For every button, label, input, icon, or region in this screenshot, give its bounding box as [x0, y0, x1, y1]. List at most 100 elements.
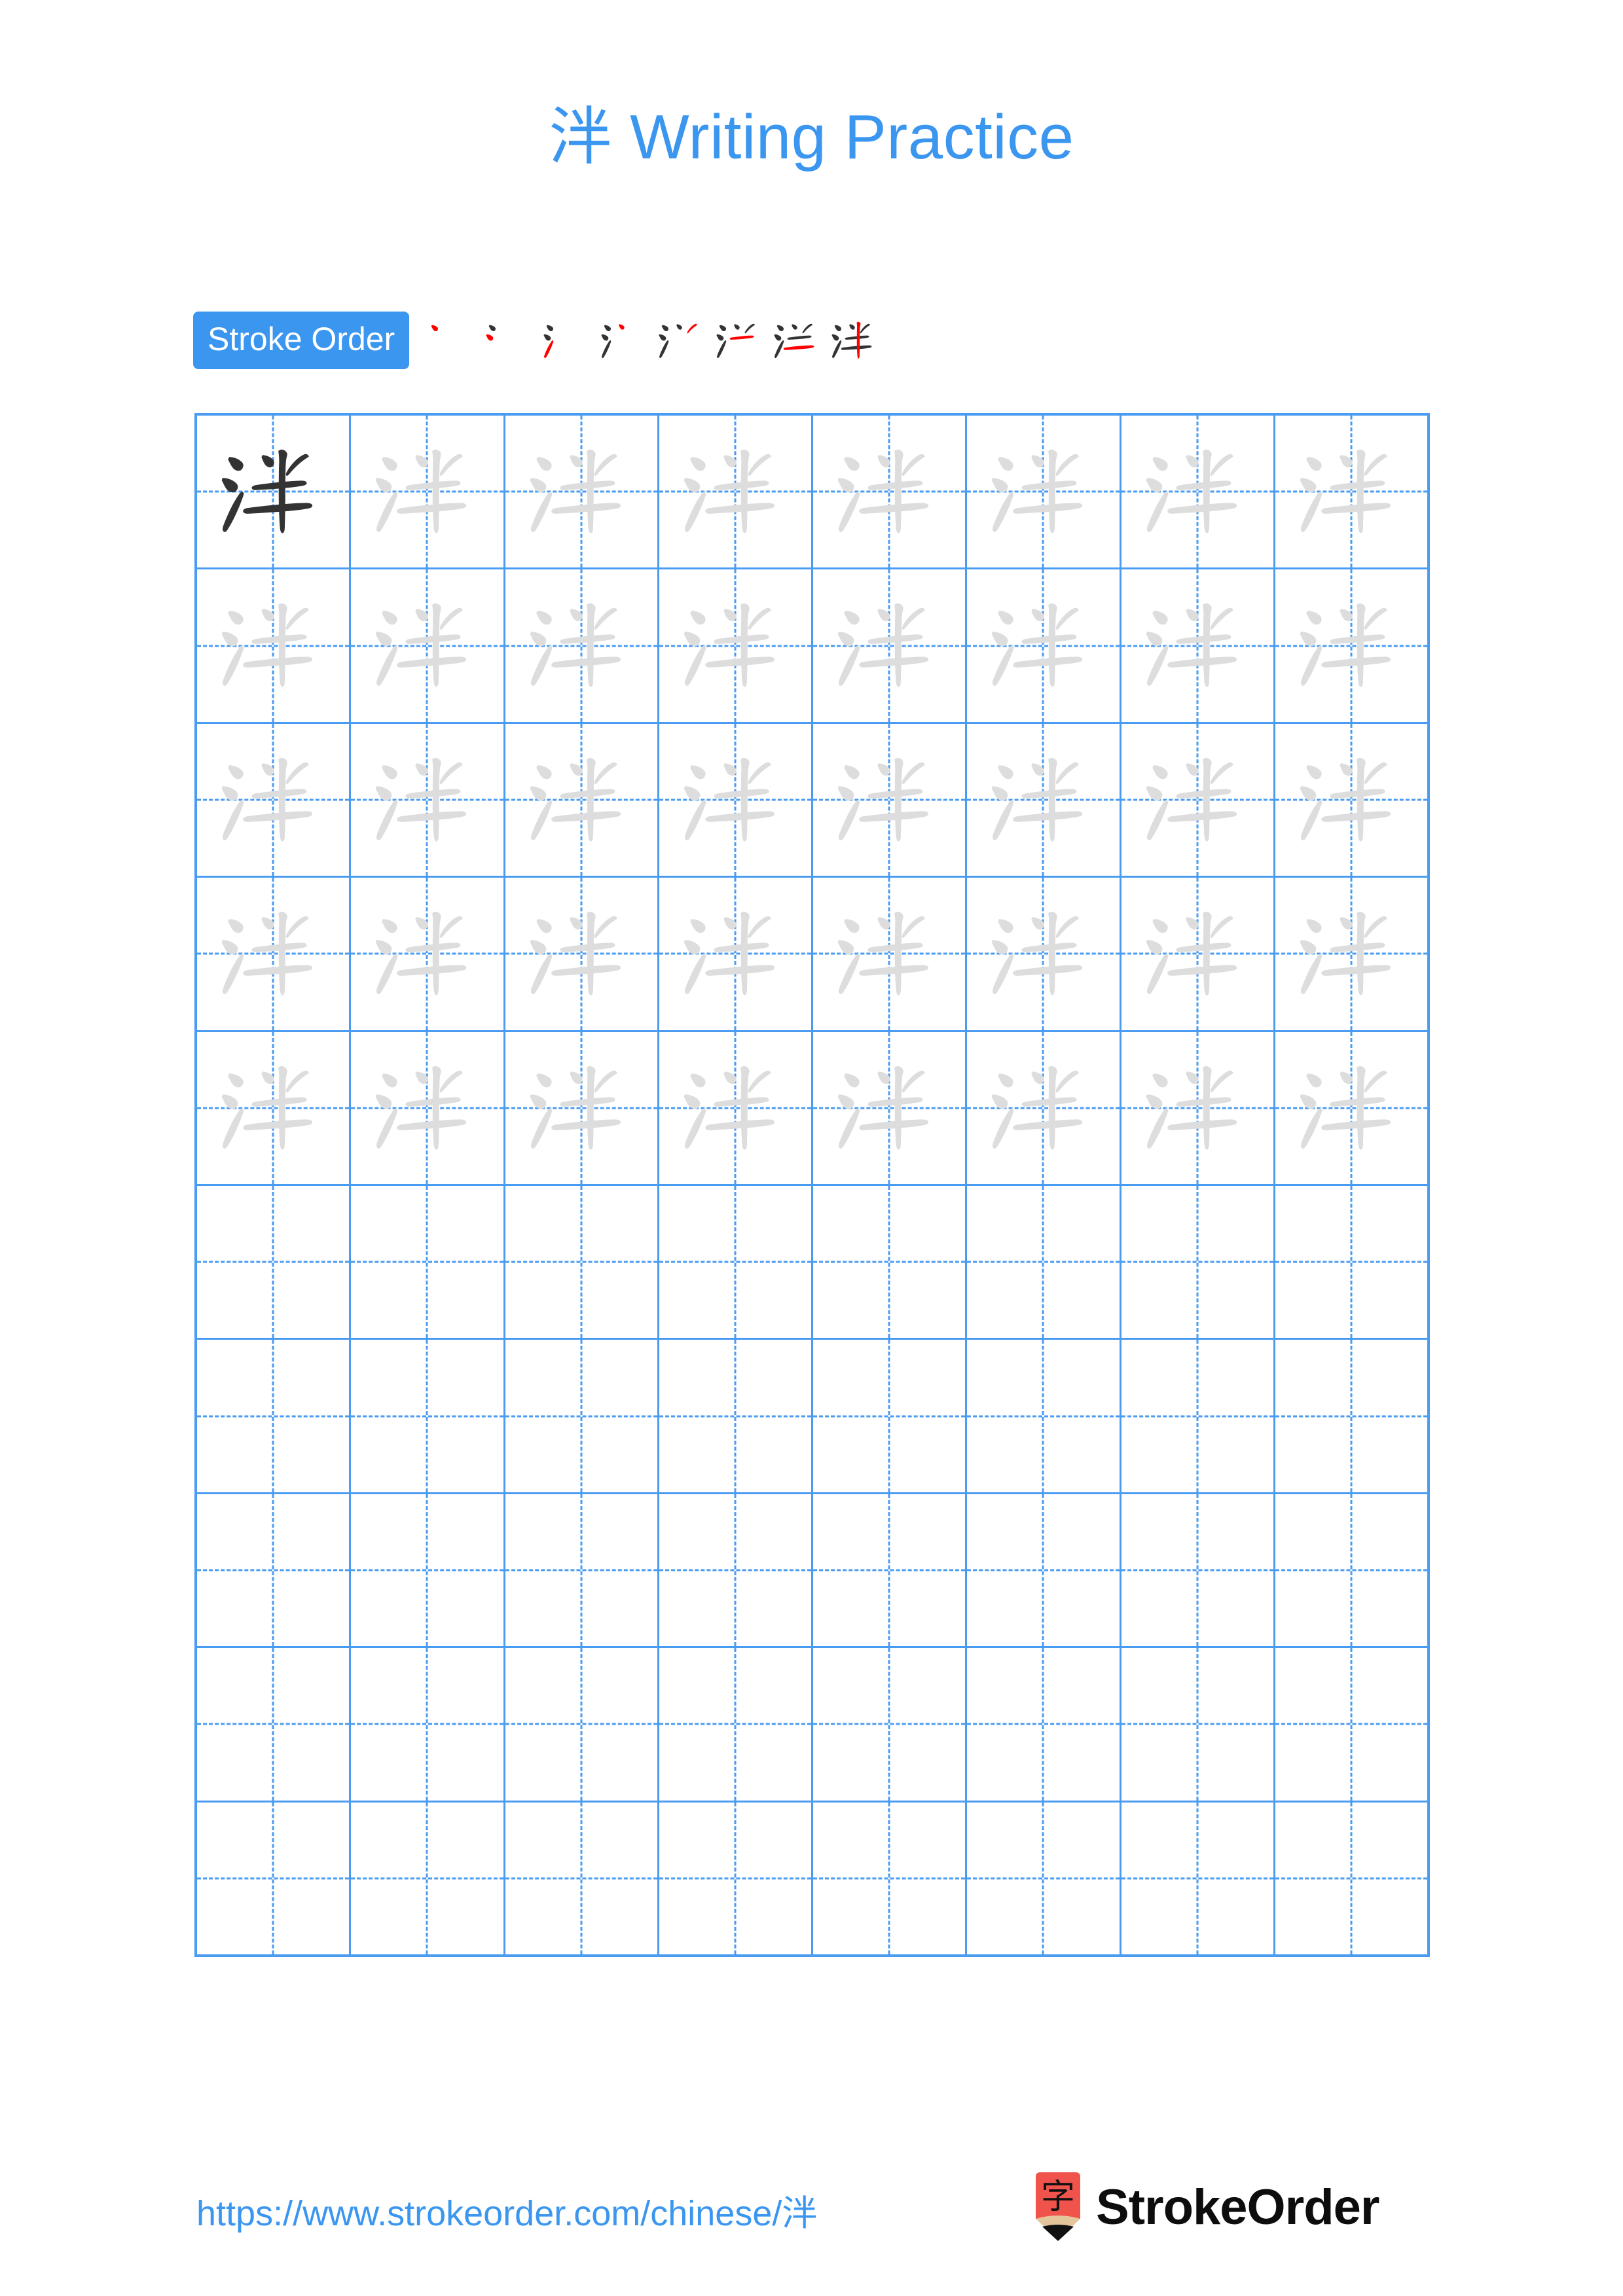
svg-text:字: 字	[1041, 2178, 1075, 2217]
grid-cell-empty[interactable]	[1275, 1648, 1427, 1800]
grid-cell-empty[interactable]	[1122, 1186, 1275, 1338]
brand-name: StrokeOrder	[1096, 2179, 1379, 2235]
page-title: 泮 Writing Practice	[0, 101, 1623, 173]
grid-cell-empty[interactable]	[659, 1648, 813, 1801]
trace-character	[505, 878, 657, 1030]
grid-cell-trace[interactable]	[967, 1031, 1122, 1185]
grid-cell-empty[interactable]	[1275, 1494, 1427, 1646]
grid-cell-empty[interactable]	[351, 1494, 505, 1647]
grid-cell-empty[interactable]	[1275, 1803, 1427, 1954]
trace-character	[1122, 416, 1273, 567]
grid-cell-empty[interactable]	[505, 1186, 659, 1338]
grid-cell-empty[interactable]	[813, 1648, 968, 1801]
trace-character	[967, 416, 1119, 567]
grid-cell-trace[interactable]	[505, 1031, 659, 1185]
grid-cell-empty[interactable]	[659, 1802, 813, 1955]
trace-character	[505, 724, 657, 876]
grid-cell-trace[interactable]	[813, 723, 968, 876]
grid-cell-trace[interactable]	[351, 878, 505, 1030]
grid-cell-empty[interactable]	[813, 1494, 968, 1647]
grid-cell-trace[interactable]	[967, 723, 1122, 876]
grid-cell-trace[interactable]	[351, 1031, 505, 1185]
grid-cell-trace[interactable]	[505, 723, 659, 876]
grid-cell-trace[interactable]	[659, 878, 813, 1030]
grid-cell-trace[interactable]	[1122, 723, 1275, 876]
grid-cell-trace[interactable]	[813, 416, 968, 568]
grid-cell-trace[interactable]	[1275, 724, 1427, 876]
grid-cell-empty[interactable]	[967, 1340, 1122, 1492]
grid-cell-empty[interactable]	[351, 1340, 505, 1492]
grid-cell-trace[interactable]	[813, 878, 968, 1030]
grid-cell-trace[interactable]	[505, 416, 659, 568]
grid-cell-trace[interactable]	[1122, 416, 1275, 568]
grid-cell-empty[interactable]	[659, 1340, 813, 1492]
stroke-order-badge: Stroke Order	[193, 312, 410, 369]
grid-cell-empty[interactable]	[1275, 1340, 1427, 1492]
grid-cell-empty[interactable]	[967, 1494, 1122, 1647]
grid-cell-empty[interactable]	[505, 1648, 659, 1801]
stroke-step-5	[653, 309, 710, 372]
grid-cell-trace[interactable]	[351, 723, 505, 876]
grid-cell-trace[interactable]	[505, 569, 659, 722]
trace-character	[1275, 724, 1427, 876]
grid-cell-trace[interactable]	[197, 878, 352, 1030]
grid-cell-empty[interactable]	[813, 1802, 968, 1955]
grid-cell-empty[interactable]	[351, 1648, 505, 1801]
grid-cell-trace[interactable]	[1122, 878, 1275, 1030]
grid-cell-trace[interactable]	[1122, 1031, 1275, 1185]
grid-row	[197, 723, 1427, 878]
grid-cell-empty[interactable]	[197, 1648, 352, 1801]
grid-cell-model[interactable]	[197, 416, 352, 568]
stroke-step-1	[422, 309, 480, 372]
grid-cell-trace[interactable]	[197, 569, 352, 722]
grid-cell-empty[interactable]	[505, 1340, 659, 1492]
trace-character	[505, 1032, 657, 1184]
grid-cell-empty[interactable]	[1275, 1186, 1427, 1338]
grid-cell-trace[interactable]	[505, 878, 659, 1030]
grid-cell-empty[interactable]	[659, 1494, 813, 1647]
grid-cell-trace[interactable]	[197, 1031, 352, 1185]
grid-cell-trace[interactable]	[967, 416, 1122, 568]
stroke-order-section: Stroke Order	[193, 309, 883, 372]
grid-cell-empty[interactable]	[351, 1802, 505, 1955]
grid-cell-empty[interactable]	[197, 1494, 352, 1647]
grid-cell-empty[interactable]	[813, 1186, 968, 1338]
grid-cell-empty[interactable]	[505, 1494, 659, 1647]
grid-cell-trace[interactable]	[967, 569, 1122, 722]
grid-cell-trace[interactable]	[1275, 1032, 1427, 1184]
grid-cell-empty[interactable]	[967, 1186, 1122, 1338]
grid-cell-empty[interactable]	[197, 1186, 352, 1338]
grid-cell-empty[interactable]	[1122, 1340, 1275, 1492]
grid-cell-empty[interactable]	[967, 1648, 1122, 1801]
grid-cell-trace[interactable]	[659, 416, 813, 568]
grid-cell-trace[interactable]	[659, 1031, 813, 1185]
grid-cell-trace[interactable]	[351, 569, 505, 722]
grid-cell-trace[interactable]	[659, 723, 813, 876]
grid-cell-empty[interactable]	[1122, 1802, 1275, 1955]
grid-cell-trace[interactable]	[1275, 569, 1427, 721]
grid-cell-trace[interactable]	[351, 416, 505, 568]
grid-cell-empty[interactable]	[659, 1186, 813, 1338]
grid-cell-empty[interactable]	[351, 1186, 505, 1338]
grid-cell-empty[interactable]	[1122, 1494, 1275, 1647]
grid-row	[197, 1802, 1427, 1955]
grid-cell-trace[interactable]	[659, 569, 813, 722]
grid-cell-trace[interactable]	[1275, 416, 1427, 567]
grid-cell-empty[interactable]	[197, 1802, 352, 1955]
brand-logo[interactable]: 字 StrokeOrder	[1033, 2172, 1379, 2244]
grid-cell-empty[interactable]	[967, 1802, 1122, 1955]
grid-cell-trace[interactable]	[197, 723, 352, 876]
grid-cell-trace[interactable]	[1275, 878, 1427, 1030]
grid-cell-trace[interactable]	[813, 1031, 968, 1185]
trace-character	[813, 724, 965, 876]
grid-cell-empty[interactable]	[813, 1340, 968, 1492]
grid-cell-trace[interactable]	[813, 569, 968, 722]
grid-cell-trace[interactable]	[1122, 569, 1275, 722]
trace-character	[813, 1032, 965, 1184]
trace-character	[659, 878, 811, 1030]
footer-url[interactable]: https://www.strokeorder.com/chinese/泮	[196, 2184, 817, 2236]
grid-cell-empty[interactable]	[505, 1802, 659, 1955]
grid-cell-empty[interactable]	[1122, 1648, 1275, 1801]
grid-cell-empty[interactable]	[197, 1340, 352, 1492]
grid-cell-trace[interactable]	[967, 878, 1122, 1030]
